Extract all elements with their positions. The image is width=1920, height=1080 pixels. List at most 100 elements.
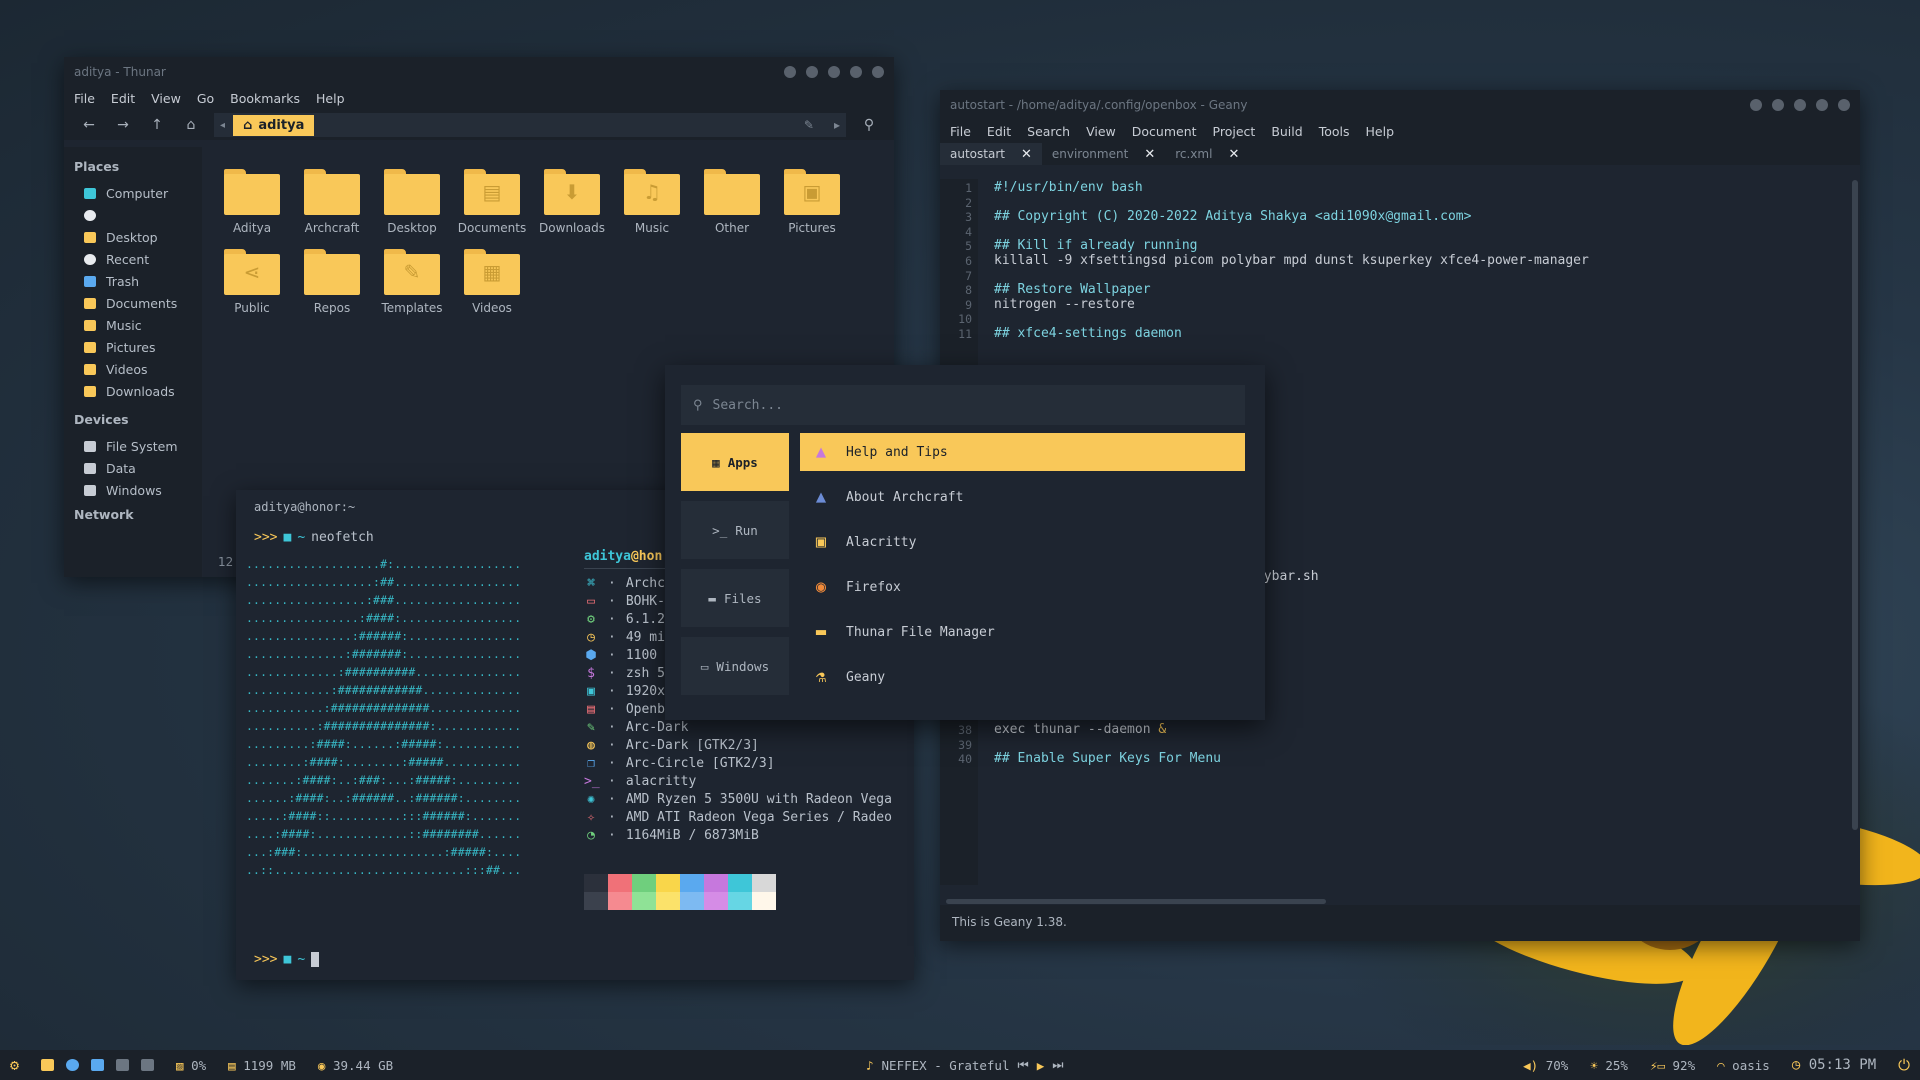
folder-icon: ■ xyxy=(283,952,292,967)
power-icon[interactable]: ⏻ xyxy=(1898,1056,1910,1074)
next-icon[interactable]: ⏭ xyxy=(1052,1057,1063,1073)
launcher-entry[interactable]: ⚗ Geany xyxy=(800,658,1245,696)
mode-run[interactable]: >_ Run xyxy=(681,501,789,559)
menu-help[interactable]: Help xyxy=(316,91,345,106)
back-icon[interactable]: ← xyxy=(72,117,106,133)
sidebar-device[interactable]: File System xyxy=(74,435,192,457)
tab-rcxml[interactable]: rc.xml ✕ xyxy=(1165,143,1249,165)
menu-item[interactable]: Project xyxy=(1213,124,1256,139)
menu-item[interactable]: Tools xyxy=(1319,124,1350,139)
play-icon[interactable]: ▶ xyxy=(1037,1058,1045,1073)
file-item[interactable]: ▤ Documents xyxy=(452,169,532,235)
file-item[interactable]: Other xyxy=(692,169,772,235)
menu-item[interactable]: Search xyxy=(1027,124,1070,139)
file-item[interactable]: Aditya xyxy=(212,169,292,235)
palette-swatch xyxy=(584,874,608,892)
chevron-right-icon[interactable]: ▸ xyxy=(834,118,840,132)
workspaces xyxy=(41,1059,155,1071)
tab-autostart[interactable]: autostart ✕ xyxy=(940,143,1042,165)
window-button[interactable] xyxy=(784,66,796,78)
menu-item[interactable]: Edit xyxy=(987,124,1011,139)
brightness-module[interactable]: ☀ 25% xyxy=(1590,1058,1628,1073)
file-item[interactable]: Archcraft xyxy=(292,169,372,235)
close-icon[interactable]: ✕ xyxy=(1021,147,1032,162)
workspace-2[interactable] xyxy=(66,1059,80,1071)
workspace-3[interactable] xyxy=(91,1059,105,1071)
workspace-5[interactable] xyxy=(141,1059,155,1071)
file-item[interactable]: Repos xyxy=(292,249,372,315)
window-button[interactable] xyxy=(1816,99,1828,111)
window-button[interactable] xyxy=(850,66,862,78)
file-item[interactable]: ⋖ Public xyxy=(212,249,292,315)
menu-item[interactable]: View xyxy=(1086,124,1116,139)
sidebar-item[interactable]: Desktop xyxy=(74,226,192,248)
window-button[interactable] xyxy=(1750,99,1762,111)
workspace-4[interactable] xyxy=(116,1059,130,1071)
separator: · xyxy=(608,684,616,699)
wifi-module[interactable]: ◠ oasis xyxy=(1717,1058,1770,1073)
gear-icon[interactable]: ⚙ xyxy=(10,1056,19,1074)
file-item[interactable]: ✎ Templates xyxy=(372,249,452,315)
sidebar-item[interactable]: Trash xyxy=(74,270,192,292)
up-icon[interactable]: ↑ xyxy=(140,117,174,133)
previous-icon[interactable]: ⏮ xyxy=(1017,1057,1028,1073)
workspace-1[interactable] xyxy=(41,1059,55,1071)
chevron-left-icon[interactable]: ◂ xyxy=(220,120,225,131)
menu-file[interactable]: File xyxy=(74,91,95,106)
sidebar-item[interactable]: Downloads xyxy=(74,380,192,402)
edit-path-icon[interactable]: ✎ xyxy=(804,118,814,132)
launcher-entry[interactable]: ◉ Firefox xyxy=(800,568,1245,606)
tab-environment[interactable]: environment ✕ xyxy=(1042,143,1165,165)
search-icon[interactable]: ⚲ xyxy=(852,117,886,133)
mode-apps[interactable]: ▦ Apps xyxy=(681,433,789,491)
home-icon[interactable]: ⌂ xyxy=(174,117,208,133)
close-icon[interactable]: ✕ xyxy=(1228,147,1239,162)
forward-icon[interactable]: → xyxy=(106,117,140,133)
close-button[interactable] xyxy=(1838,99,1850,111)
command-line[interactable]: >>> ■ ~ xyxy=(254,952,320,967)
horizontal-scrollbar[interactable] xyxy=(946,899,1326,904)
vertical-scrollbar[interactable] xyxy=(1852,180,1858,830)
sidebar-item[interactable]: Videos xyxy=(74,358,192,380)
window-button[interactable] xyxy=(828,66,840,78)
menu-item[interactable]: File xyxy=(950,124,971,139)
menu-bookmarks[interactable]: Bookmarks xyxy=(230,91,300,106)
sidebar-item[interactable]: Music xyxy=(74,314,192,336)
window-button[interactable] xyxy=(1794,99,1806,111)
folder-icon xyxy=(704,169,760,215)
info-icon: >_ xyxy=(584,774,600,789)
sidebar-item[interactable]: Pictures xyxy=(74,336,192,358)
volume-module[interactable]: ◀) 70% xyxy=(1523,1058,1568,1073)
file-item[interactable]: ⬇ Downloads xyxy=(532,169,612,235)
file-item[interactable]: ▣ Pictures xyxy=(772,169,852,235)
path-crumb[interactable]: ⌂ aditya xyxy=(233,114,315,136)
file-item[interactable]: ▦ Videos xyxy=(452,249,532,315)
menu-item[interactable]: Document xyxy=(1132,124,1197,139)
close-icon[interactable]: ✕ xyxy=(1144,147,1155,162)
file-item[interactable]: Desktop xyxy=(372,169,452,235)
menu-view[interactable]: View xyxy=(151,91,181,106)
search-input[interactable]: ⚲ Search... xyxy=(681,385,1245,425)
sidebar-device[interactable]: Windows xyxy=(74,479,192,501)
sidebar-item[interactable]: Recent xyxy=(74,248,192,270)
file-item[interactable]: ♫ Music xyxy=(612,169,692,235)
menu-item[interactable]: Help xyxy=(1366,124,1395,139)
launcher-entry[interactable]: ▲ About Archcraft xyxy=(800,478,1245,516)
info-row: ✎ · Arc-Dark xyxy=(584,719,914,737)
disk-icon: ◉ xyxy=(317,1057,326,1073)
menu-go[interactable]: Go xyxy=(197,91,214,106)
sidebar-item[interactable]: Documents xyxy=(74,292,192,314)
close-button[interactable] xyxy=(872,66,884,78)
window-button[interactable] xyxy=(806,66,818,78)
menu-item[interactable]: Build xyxy=(1271,124,1302,139)
sidebar-device[interactable]: Data xyxy=(74,457,192,479)
launcher-entry[interactable]: ▣ Alacritty xyxy=(800,523,1245,561)
menu-edit[interactable]: Edit xyxy=(111,91,135,106)
mode-files[interactable]: ▬ Files xyxy=(681,569,789,627)
launcher-entry[interactable]: ▬ Thunar File Manager xyxy=(800,613,1245,651)
launcher-entry[interactable]: ▲ Help and Tips xyxy=(800,433,1245,471)
sidebar-item[interactable]: Computer xyxy=(74,182,192,204)
mode-windows[interactable]: ▭ Windows xyxy=(681,637,789,695)
sidebar-item[interactable] xyxy=(74,204,192,226)
window-button[interactable] xyxy=(1772,99,1784,111)
